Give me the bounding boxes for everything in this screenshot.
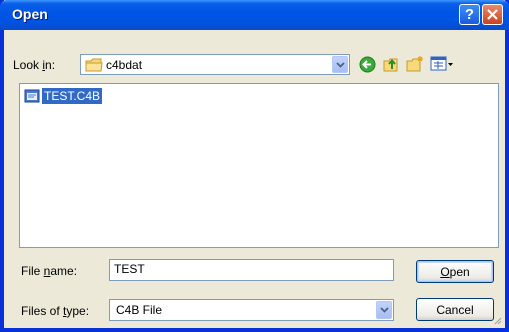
look-in-value: c4bdat — [106, 58, 143, 72]
file-list[interactable]: TEST.C4B — [19, 83, 499, 248]
cancel-button[interactable]: Cancel — [416, 298, 494, 321]
file-type-value: C4B File — [116, 303, 163, 317]
back-button[interactable] — [359, 55, 376, 73]
file-name: TEST.C4B — [42, 88, 103, 104]
help-button[interactable]: ? — [459, 4, 480, 25]
view-menu-button[interactable] — [430, 55, 454, 73]
folder-icon — [85, 58, 103, 72]
window-title: Open — [12, 6, 48, 22]
list-item[interactable]: TEST.C4B — [24, 88, 103, 104]
close-button[interactable] — [482, 4, 503, 25]
look-in-label: Look in: — [13, 58, 56, 72]
back-arrow-icon — [359, 56, 376, 72]
file-type-dropdown-button[interactable] — [376, 301, 392, 319]
view-menu-icon — [430, 56, 453, 71]
open-button[interactable]: Open — [416, 260, 494, 283]
file-type-label: Files of type: — [21, 304, 90, 318]
title-bar[interactable]: Open ? — [0, 0, 509, 30]
file-name-label: File name: — [21, 264, 78, 278]
close-icon — [487, 9, 498, 20]
question-mark-icon: ? — [464, 6, 475, 23]
file-icon — [24, 89, 40, 103]
file-name-input[interactable]: TEST — [109, 259, 394, 281]
chevron-down-icon — [379, 307, 389, 313]
chevron-down-icon — [335, 61, 345, 68]
new-folder-icon — [406, 56, 423, 72]
look-in-dropdown-button[interactable] — [332, 56, 348, 73]
up-folder-icon — [383, 58, 398, 72]
open-dialog: Open ? Look in: c4bdat TEST.C4B File nam… — [0, 0, 509, 332]
look-in-combo[interactable]: c4bdat — [80, 54, 350, 75]
resize-grip-icon[interactable] — [492, 315, 502, 325]
file-type-combo[interactable]: C4B File — [109, 299, 394, 321]
new-folder-button[interactable] — [406, 55, 424, 73]
up-one-level-button[interactable] — [382, 55, 400, 73]
